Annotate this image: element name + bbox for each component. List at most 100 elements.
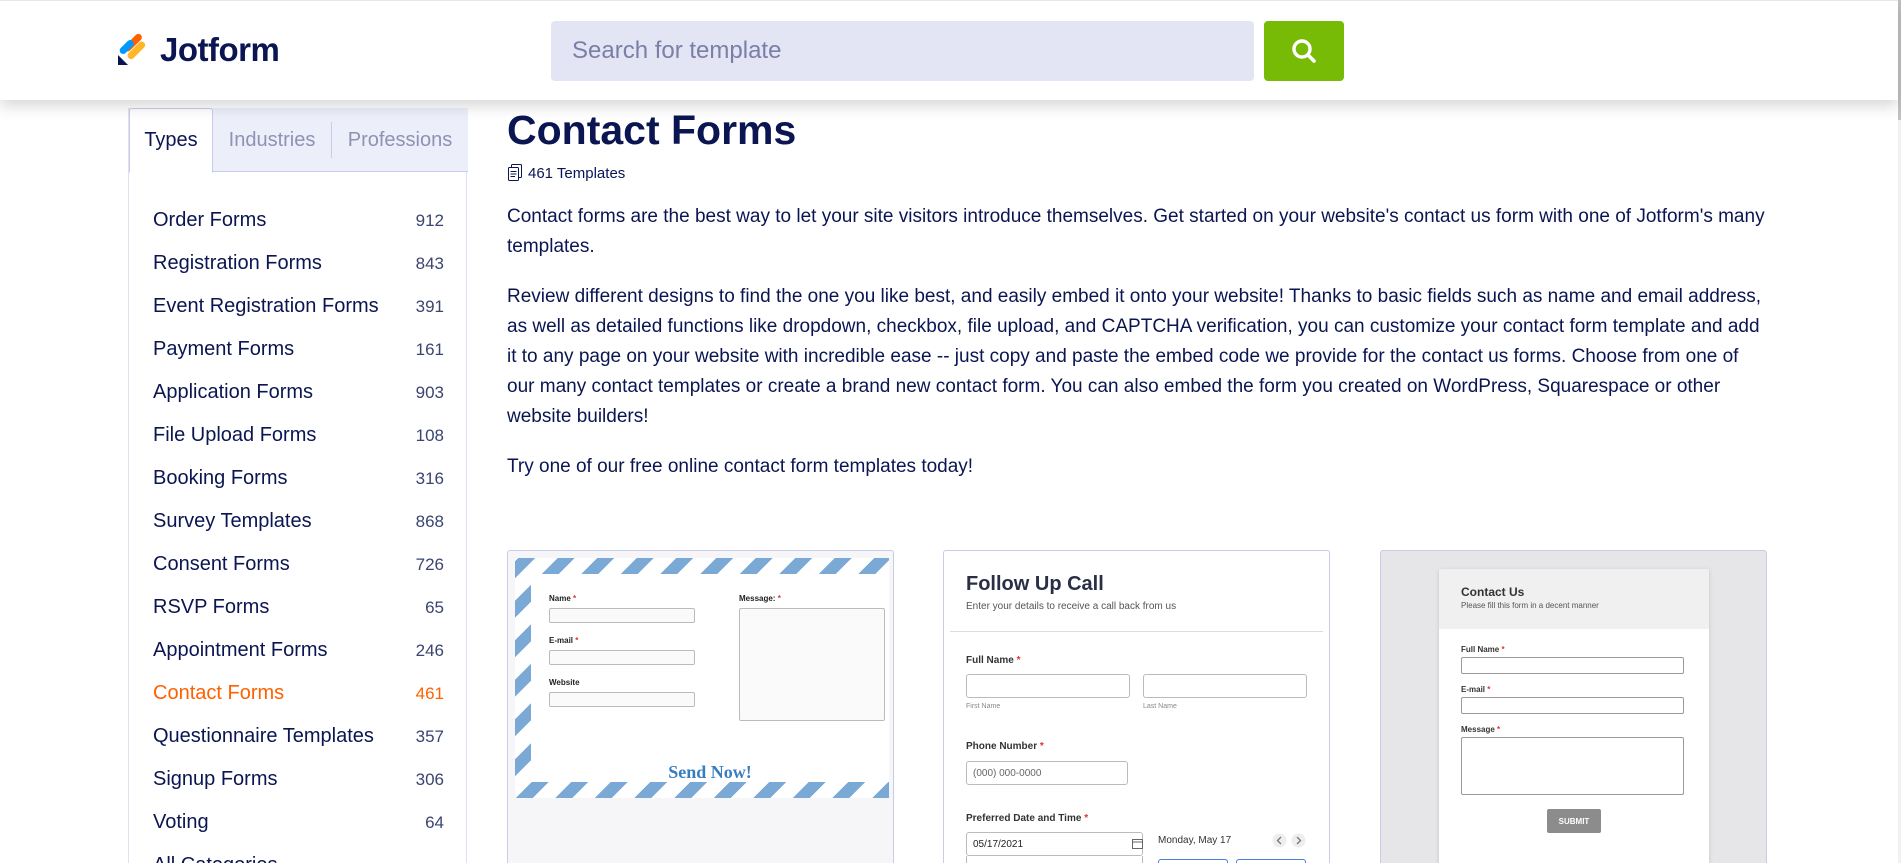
name-label: Name — [549, 594, 571, 603]
sidebar-item-survey-templates[interactable]: Survey Templates 868 — [129, 500, 468, 543]
field-label: Message: * — [739, 594, 781, 603]
search-button[interactable] — [1264, 21, 1344, 81]
template-card-send-now[interactable]: Name * E-mail * Website Message: * Send … — [507, 550, 894, 863]
form-preview: Contact Us Please fill this form in a de… — [1439, 569, 1709, 863]
category-count: 65 — [425, 597, 444, 617]
category-count: 843 — [415, 253, 444, 273]
top-header: Jotform — [0, 0, 1898, 100]
template-search-input[interactable] — [551, 21, 1254, 81]
field-label: Name * — [549, 594, 577, 603]
message-label: Message — [1461, 725, 1495, 734]
message-field — [1461, 737, 1684, 795]
full-name-label: Full Name — [966, 655, 1014, 666]
template-count-label: 461 Templates — [528, 164, 626, 182]
jotform-logo-icon — [118, 33, 146, 65]
name-field — [549, 608, 695, 623]
sidebar-item-booking-forms[interactable]: Booking Forms 316 — [129, 457, 468, 500]
template-count: 461 Templates — [507, 164, 1767, 182]
sidebar-item-appointment-forms[interactable]: Appointment Forms 246 — [129, 629, 468, 672]
category-label: Appointment Forms — [153, 639, 328, 661]
email-label: E-mail — [549, 636, 574, 645]
phone-label: Phone Number — [966, 741, 1038, 752]
sidebar-item-payment-forms[interactable]: Payment Forms 161 — [129, 328, 468, 371]
date-value: 05/17/2021 — [973, 838, 1024, 850]
category-count: 246 — [415, 640, 444, 660]
category-count: 391 — [415, 296, 444, 316]
form-preview: Name * E-mail * Website Message: * Send … — [531, 574, 889, 782]
category-description: Contact forms are the best way to let yo… — [507, 202, 1767, 482]
message-field — [739, 608, 885, 721]
tab-industries[interactable]: Industries — [213, 108, 331, 172]
full-name-field — [1461, 657, 1684, 674]
category-label: File Upload Forms — [153, 424, 317, 446]
field-label: Preferred Date and Time * — [966, 813, 1089, 824]
category-label: Registration Forms — [153, 252, 322, 274]
sidebar-item-application-forms[interactable]: Application Forms 903 — [129, 371, 468, 414]
category-label: Contact Forms — [153, 682, 285, 704]
form-header: Contact Us Please fill this form in a de… — [1439, 569, 1709, 629]
envelope-frame: Name * E-mail * Website Message: * Send … — [515, 558, 889, 798]
form-title: Follow Up Call — [966, 573, 1104, 595]
message-label: Message: — [739, 594, 776, 603]
brand-name: Jotform — [160, 31, 280, 68]
category-label: All Categories — [153, 854, 278, 863]
email-field — [549, 650, 695, 665]
search-icon — [1292, 39, 1316, 63]
category-count: 306 — [415, 769, 444, 789]
category-count: 903 — [415, 382, 444, 402]
sidebar-item-contact-forms[interactable]: Contact Forms 461 — [129, 672, 468, 715]
last-name-hint: Last Name — [1143, 703, 1177, 710]
chevron-left-icon — [1272, 833, 1287, 848]
sidebar-item-file-upload-forms[interactable]: File Upload Forms 108 — [129, 414, 468, 457]
sidebar-item-all-categories[interactable]: All Categories — [129, 844, 468, 863]
description-paragraph: Try one of our free online contact form … — [507, 456, 974, 477]
category-label: Consent Forms — [153, 553, 290, 575]
category-label: Voting — [153, 811, 209, 833]
sidebar-item-rsvp-forms[interactable]: RSVP Forms 65 — [129, 586, 468, 629]
submit-button: SUBMIT — [1547, 809, 1601, 833]
category-label: Payment Forms — [153, 338, 295, 360]
category-label: Booking Forms — [153, 467, 288, 489]
template-card-follow-up-call[interactable]: Follow Up Call Enter your details to rec… — [943, 550, 1330, 863]
field-label: Message * — [1461, 725, 1501, 734]
date-field: 05/17/2021 — [966, 832, 1143, 856]
last-name-field — [1143, 674, 1307, 698]
email-field — [1461, 697, 1684, 714]
category-count: 912 — [415, 210, 444, 230]
form-subtitle: Enter your details to receive a call bac… — [966, 601, 1177, 612]
description-paragraph: Review different designs to find the one… — [507, 286, 1762, 427]
first-name-field — [966, 674, 1130, 698]
website-field — [549, 692, 695, 707]
category-list: Order Forms 912 Registration Forms 843 Eve… — [129, 199, 468, 863]
sidebar-item-event-registration-forms[interactable]: Event Registration Forms 391 — [129, 285, 468, 328]
tab-types[interactable]: Types — [129, 108, 213, 173]
time-slot — [1236, 859, 1306, 863]
templates-doc-icon — [508, 164, 522, 181]
sidebar-item-consent-forms[interactable]: Consent Forms 726 — [129, 543, 468, 586]
category-label: Signup Forms — [153, 768, 278, 790]
category-count: 868 — [415, 511, 444, 531]
category-count: 108 — [415, 425, 444, 445]
sidebar-item-signup-forms[interactable]: Signup Forms 306 — [129, 758, 468, 801]
category-label: Survey Templates — [153, 510, 312, 532]
category-label: Questionnaire Templates — [153, 725, 374, 747]
category-count: 461 — [415, 683, 444, 703]
sidebar-item-registration-forms[interactable]: Registration Forms 843 — [129, 242, 468, 285]
sidebar-item-voting[interactable]: Voting 64 — [129, 801, 468, 844]
category-label: Event Registration Forms — [153, 295, 379, 317]
field-label: Full Name * — [1461, 645, 1505, 654]
phone-placeholder: (000) 000-0000 — [973, 767, 1042, 779]
category-label: RSVP Forms — [153, 596, 270, 618]
sidebar-item-order-forms[interactable]: Order Forms 912 — [129, 199, 468, 242]
sidebar-item-questionnaire-templates[interactable]: Questionnaire Templates 357 — [129, 715, 468, 758]
description-paragraph: Contact forms are the best way to let yo… — [507, 206, 1765, 257]
tab-professions[interactable]: Professions — [332, 108, 468, 172]
category-count: 64 — [425, 812, 444, 832]
template-card-contact-us[interactable]: Contact Us Please fill this form in a de… — [1380, 550, 1767, 863]
date-label: Preferred Date and Time — [966, 813, 1082, 824]
main-content: Contact Forms 461 Templates Contact form… — [507, 108, 1767, 502]
phone-field: (000) 000-0000 — [966, 761, 1128, 785]
calendar-heading: Monday, May 17 — [1158, 835, 1232, 846]
form-subtitle: Please fill this form in a decent manner — [1461, 601, 1599, 610]
jotform-logo[interactable]: Jotform — [116, 31, 280, 69]
